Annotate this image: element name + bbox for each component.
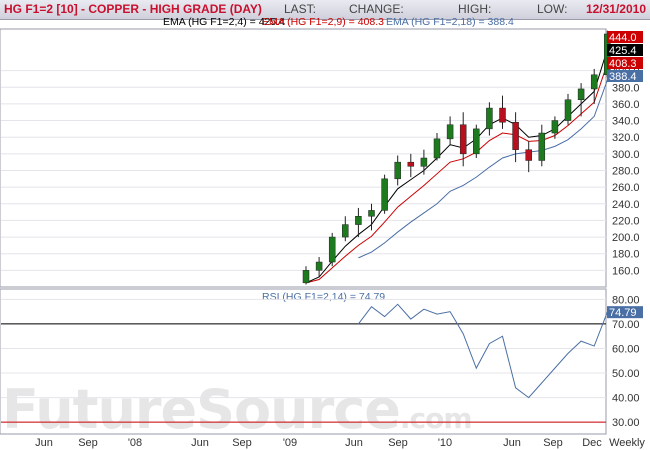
candle-body (564, 99, 572, 121)
candle-body (368, 210, 375, 217)
x-axis: Jun Sep '08 Jun Sep '09 Jun Sep '10 Jun Sep Dec Week… (35, 437, 645, 449)
rsi-last-text: 74.79 (609, 307, 637, 319)
x-tick-label: Jun (191, 437, 209, 449)
candle-body (420, 157, 428, 167)
x-tick-label: Jun (345, 437, 363, 449)
ema-4-line (305, 49, 608, 284)
price-tick-label: 360.0 (612, 99, 640, 111)
x-tick-label: Weekly (609, 437, 645, 449)
candle-body (590, 74, 598, 90)
candle-body (486, 107, 493, 130)
candle-body (459, 124, 467, 155)
rsi-grid (1, 298, 606, 423)
candle-body (381, 178, 388, 211)
rsi-tick-label: 80.00 (612, 294, 640, 306)
price-tick-label: 260.0 (612, 182, 640, 194)
x-tick-label: Sep (232, 437, 252, 449)
price-tick-label: 320.0 (612, 132, 640, 144)
candle-body (394, 161, 401, 180)
price-chart: 160.0 180.0 200.0 220.0 240.0 260.0 280.0 300.0… (0, 16, 645, 449)
price-tick-label: 300.0 (612, 149, 640, 161)
ema-9-legend: EMA (HG F1=2,9) = 408.3 (262, 16, 384, 28)
candle-body (328, 236, 336, 263)
candle-body (342, 224, 349, 238)
candle-body (302, 270, 310, 284)
x-tick-label: '08 (128, 437, 142, 449)
last-value-labels: 444.0425.4408.3388.4 (607, 31, 643, 83)
price-tick-label: 200.0 (612, 232, 640, 244)
candle-body (355, 216, 362, 225)
candle-body (407, 161, 415, 167)
last-value-text: 408.3 (609, 58, 637, 70)
price-tick-label: 180.0 (612, 249, 640, 261)
rsi-line (358, 303, 608, 399)
ema-18-legend: EMA (HG F1=2,18) = 388.4 (386, 16, 514, 28)
candle-body (499, 107, 506, 123)
x-tick-label: Jun (503, 437, 521, 449)
x-tick-label: Sep (388, 437, 408, 449)
candle-body (433, 138, 441, 159)
price-tick-label: 160.0 (612, 265, 640, 277)
price-tick-label: 340.0 (612, 116, 640, 128)
candle-body (446, 124, 454, 140)
x-tick-label: Sep (543, 437, 563, 449)
rsi-tick-label: 30.00 (612, 417, 640, 429)
last-value-text: 425.4 (609, 45, 637, 57)
rsi-series (358, 303, 608, 399)
price-grid (1, 70, 606, 271)
rsi-tick-label: 40.00 (612, 393, 640, 405)
ema-4-series (305, 49, 608, 284)
price-tick-label: 380.0 (612, 82, 640, 94)
candle-body (525, 149, 532, 161)
ema-9-series (305, 63, 608, 284)
x-tick-label: '10 (438, 437, 452, 449)
rsi-tick-label: 50.00 (612, 368, 640, 380)
candlesticks (302, 30, 611, 285)
x-tick-label: Dec (582, 437, 602, 449)
price-tick-label: 280.0 (612, 165, 640, 177)
x-tick-label: '09 (283, 437, 297, 449)
ema-9-line (305, 63, 608, 284)
candle-body (551, 120, 559, 134)
price-y-axis: 160.0 180.0 200.0 220.0 240.0 260.0 280.0 300.0… (612, 66, 640, 278)
price-tick-label: 240.0 (612, 199, 640, 211)
candle-body (577, 88, 585, 100)
price-tick-label: 220.0 (612, 215, 640, 227)
rsi-legend: RSI (HG F1=2,14) = 74.79 (262, 291, 385, 303)
rsi-last-value-label: 74.79 (607, 306, 643, 319)
candle-body (473, 128, 480, 155)
candle-body (512, 121, 519, 150)
last-value-text: 388.4 (609, 71, 637, 83)
candle-body (315, 261, 323, 271)
last-value-text: 444.0 (609, 32, 637, 44)
x-tick-label: Sep (78, 437, 98, 449)
rsi-panel-frame (0, 288, 607, 435)
rsi-tick-label: 70.00 (612, 319, 640, 331)
rsi-tick-label: 60.00 (612, 343, 640, 355)
candle-body (538, 132, 546, 161)
x-tick-label: Jun (35, 437, 53, 449)
